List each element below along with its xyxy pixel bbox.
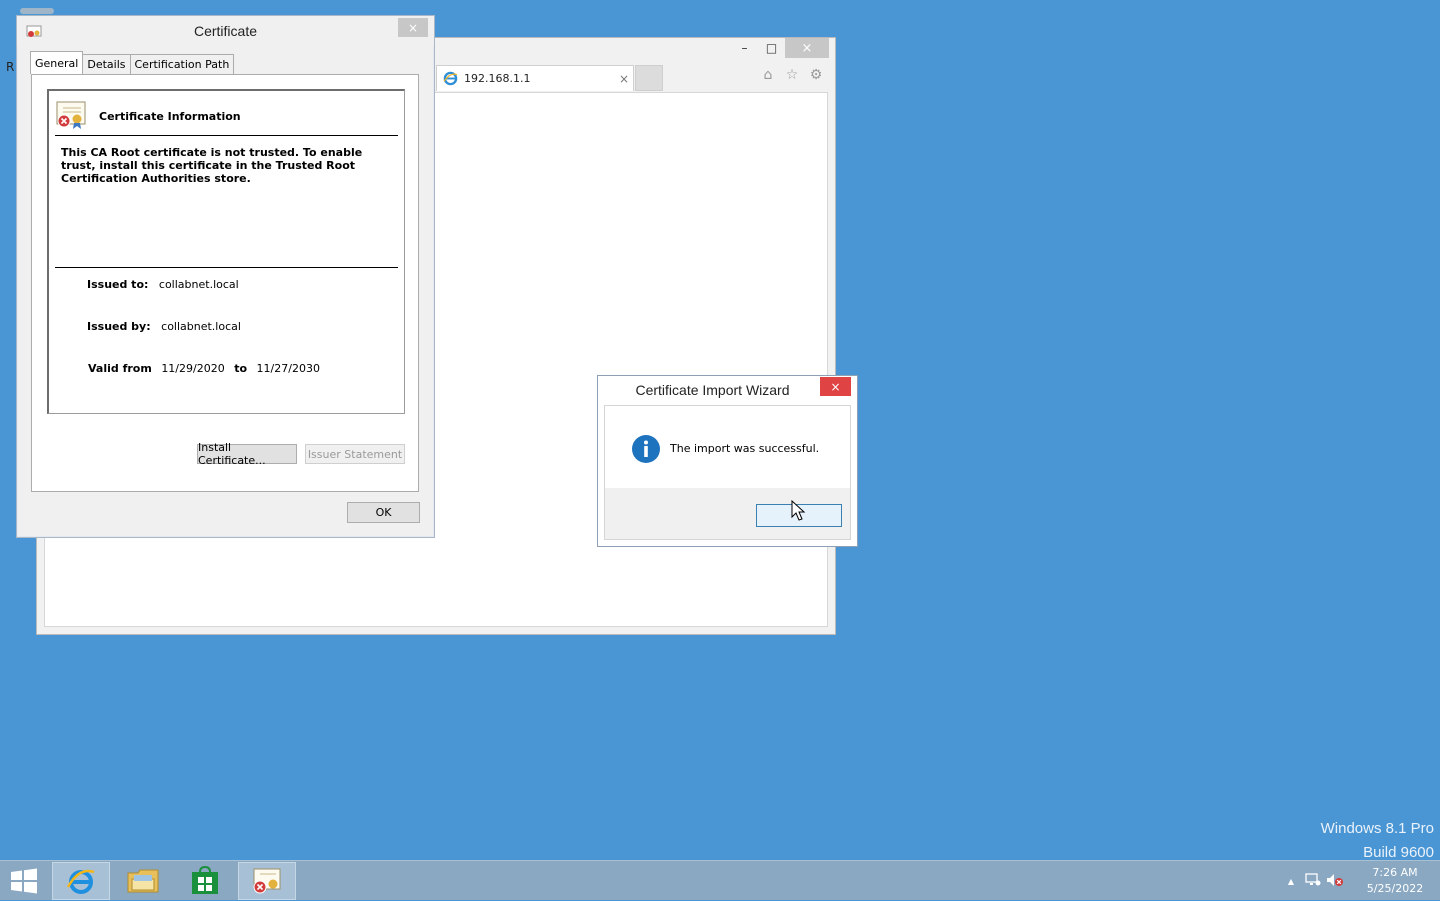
issued-to-label: Issued to:	[87, 278, 149, 291]
certificate-close-button[interactable]: ×	[398, 18, 428, 37]
taskbar: ▲ 7:26 AM 5/25/2022	[0, 860, 1440, 900]
issued-by-row: Issued by: collabnet.local	[87, 320, 241, 333]
divider-bottom	[55, 267, 398, 268]
home-icon[interactable]: ⌂	[759, 66, 777, 84]
browser-close-button[interactable]: ×	[785, 38, 829, 58]
system-tray: ▲ 7:26 AM 5/25/2022	[1280, 861, 1440, 901]
folder-icon	[127, 869, 159, 893]
import-wizard-footer	[605, 488, 850, 539]
favorites-star-icon[interactable]: ☆	[783, 66, 801, 84]
issued-by-label: Issued by:	[87, 320, 151, 333]
new-tab-button[interactable]	[635, 65, 663, 91]
issued-by-value: collabnet.local	[161, 320, 241, 333]
watermark-edition: Windows 8.1 Pro	[1320, 820, 1434, 837]
divider-top	[55, 135, 398, 136]
certificate-tabs: General Details Certification Path	[30, 51, 235, 75]
desktop-icon-label: R	[6, 60, 15, 74]
ie-icon	[66, 869, 95, 894]
gear-icon[interactable]: ⚙	[807, 66, 825, 84]
browser-minimize-button[interactable]: –	[731, 38, 758, 58]
tab-certification-path[interactable]: Certification Path	[129, 54, 235, 75]
windows-watermark: Windows 8.1 Pro Build 9600	[1321, 817, 1434, 865]
import-wizard-title: Certificate Import Wizard	[635, 382, 790, 398]
import-wizard-body: The import was successful.	[604, 405, 851, 540]
volume-muted-icon[interactable]	[1324, 873, 1346, 890]
desktop-icon-top	[20, 8, 54, 14]
show-hidden-icons-icon[interactable]: ▲	[1280, 877, 1302, 886]
install-certificate-button[interactable]: Install Certificate...	[197, 441, 297, 467]
browser-window-controls: – □ ×	[731, 38, 829, 58]
taskbar-clock[interactable]: 7:26 AM 5/25/2022	[1350, 865, 1440, 897]
import-wizard-dialog: Certificate Import Wizard × The import w…	[597, 375, 858, 547]
valid-to-label: to	[234, 362, 248, 375]
valid-to-value: 11/27/2030	[256, 362, 320, 375]
untrusted-certificate-icon	[56, 101, 86, 129]
info-icon	[632, 435, 660, 463]
import-success-message: The import was successful.	[670, 442, 820, 455]
tab-title: 192.168.1.1	[464, 72, 531, 85]
tab-general[interactable]: General	[30, 51, 84, 74]
store-icon	[192, 866, 218, 894]
browser-toolbar: ⌂ ☆ ⚙	[759, 66, 825, 84]
valid-from-label: Valid from	[88, 362, 152, 375]
taskbar-internet-explorer[interactable]	[52, 862, 110, 900]
general-tab-panel: Certificate Information This CA Root cer…	[31, 74, 419, 492]
valid-from-value: 11/29/2020	[161, 362, 225, 375]
taskbar-file-explorer[interactable]	[114, 862, 172, 900]
taskbar-store[interactable]	[176, 862, 234, 900]
issued-to-value: collabnet.local	[158, 278, 239, 291]
ok-button[interactable]: OK	[347, 502, 420, 523]
network-monitor-icon	[1305, 872, 1321, 885]
import-wizard-close-button[interactable]: ×	[820, 377, 851, 396]
start-button[interactable]	[0, 862, 48, 900]
certificate-titlebar[interactable]: Certificate ×	[17, 16, 434, 46]
tab-close-icon[interactable]: ×	[615, 72, 633, 86]
clock-date: 5/25/2022	[1366, 882, 1424, 895]
browser-maximize-button[interactable]: □	[758, 38, 785, 58]
ie-icon	[443, 71, 458, 86]
certificate-info-heading: Certificate Information	[99, 110, 241, 123]
taskbar-certificate[interactable]	[238, 862, 296, 900]
mouse-cursor-icon	[791, 500, 806, 521]
certificate-dialog-title: Certificate	[193, 23, 258, 39]
issuer-statement-button[interactable]: Issuer Statement	[305, 444, 405, 464]
speaker-icon	[1327, 873, 1343, 886]
certificate-dialog: Certificate × General Details Certificat…	[16, 15, 435, 538]
certificate-info-box: Certificate Information This CA Root cer…	[47, 89, 405, 414]
windows-logo-icon	[11, 868, 37, 894]
validity-row: Valid from 11/29/2020 to 11/27/2030	[88, 362, 320, 375]
issued-to-row: Issued to: collabnet.local	[87, 278, 239, 291]
network-icon[interactable]	[1302, 872, 1324, 890]
browser-tab[interactable]: 192.168.1.1 ×	[436, 65, 634, 91]
certificate-icon	[253, 868, 281, 894]
trust-warning-message: This CA Root certificate is not trusted.…	[61, 146, 363, 185]
clock-time: 7:26 AM	[1372, 866, 1418, 879]
tab-details[interactable]: Details	[82, 54, 131, 75]
